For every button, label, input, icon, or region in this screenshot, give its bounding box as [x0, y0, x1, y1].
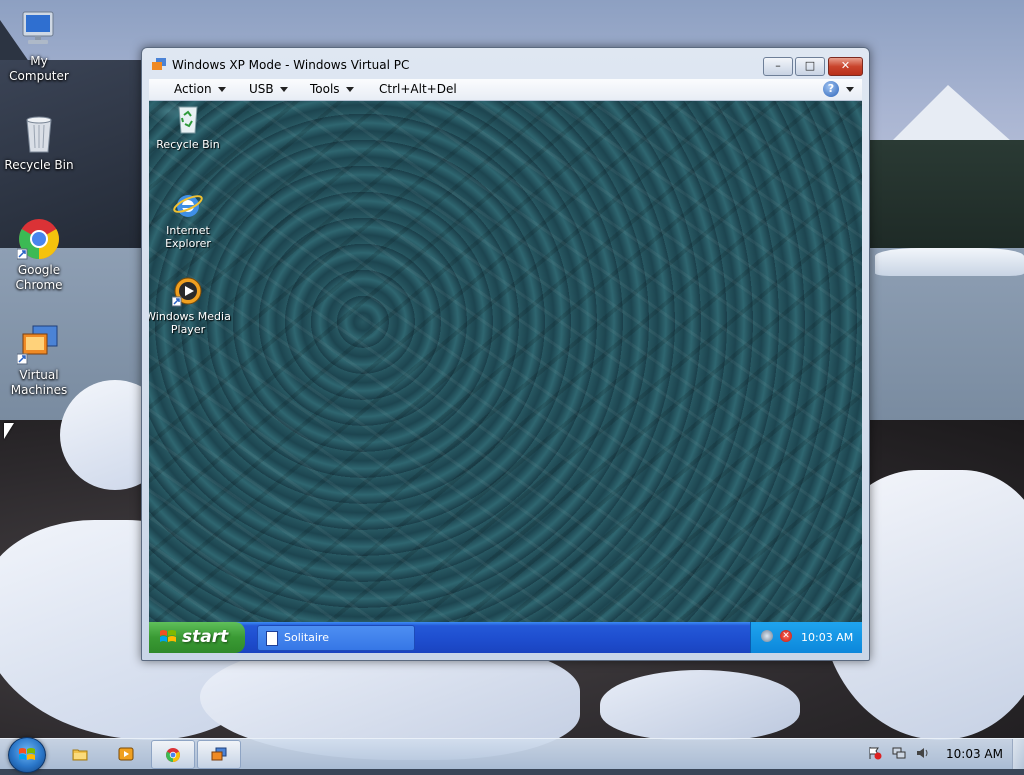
- computer-icon: [17, 8, 61, 52]
- recycle-bin-icon: [17, 112, 61, 156]
- minimize-button[interactable]: –: [763, 57, 793, 76]
- window-title: Windows XP Mode - Windows Virtual PC: [172, 58, 410, 72]
- desktop-icon-label: Virtual: [19, 368, 59, 382]
- desktop-icon-label: Chrome: [15, 278, 63, 292]
- chevron-down-icon: [345, 87, 354, 92]
- desktop-icon-label: My Computer: [9, 54, 69, 83]
- desktop-icon-google-chrome[interactable]: Google Chrome: [0, 217, 78, 293]
- windows-flag-icon: [159, 629, 177, 645]
- menu-usb[interactable]: USB: [249, 82, 288, 96]
- media-player-icon: [171, 275, 204, 307]
- guest-icon-label: Windows Media: [149, 310, 231, 323]
- taskbar-item-label: Solitaire: [284, 631, 329, 644]
- guest-icon-internet-explorer[interactable]: Internet Explorer: [149, 189, 233, 250]
- close-button[interactable]: ✕: [828, 57, 863, 76]
- virtual-machines-icon: [16, 322, 61, 366]
- xp-system-tray: ✕ 10:03 AM: [750, 622, 862, 653]
- help-icon[interactable]: ?: [823, 81, 839, 97]
- menu-ctrl-alt-del[interactable]: Ctrl+Alt+Del: [379, 82, 457, 96]
- desktop-icon-recycle-bin[interactable]: Recycle Bin: [0, 112, 78, 173]
- desktop-icon-label: Google: [17, 263, 61, 277]
- volume-icon[interactable]: [916, 746, 930, 760]
- xp-clock[interactable]: 10:03 AM: [801, 631, 853, 644]
- menu-label: Tools: [310, 82, 340, 96]
- help-dropdown-icon[interactable]: [846, 87, 854, 92]
- windows-logo-icon: [19, 748, 35, 760]
- guest-icon-label: Player: [170, 323, 206, 336]
- taskbar-virtual-pc[interactable]: [197, 740, 241, 769]
- guest-icon-label: Recycle Bin: [156, 138, 220, 151]
- recycle-bin-icon: [172, 103, 204, 135]
- guest-icon-label: Internet: [166, 224, 210, 237]
- chevron-down-icon: [217, 87, 226, 92]
- taskbar-google-chrome[interactable]: [151, 740, 195, 769]
- maximize-button[interactable]: □: [795, 57, 825, 76]
- action-center-icon[interactable]: [868, 746, 882, 760]
- start-label: start: [182, 627, 229, 647]
- show-desktop-button[interactable]: [1012, 739, 1024, 769]
- desktop-icon-label: Machines: [10, 383, 68, 397]
- taskbar-windows-explorer[interactable]: [59, 740, 101, 767]
- xp-start-button[interactable]: start: [149, 622, 245, 653]
- chevron-down-icon: [279, 87, 288, 92]
- security-alert-icon[interactable]: ✕: [780, 630, 792, 642]
- host-clock[interactable]: 10:03 AM: [946, 747, 1003, 761]
- menu-label: Action: [174, 82, 212, 96]
- network-icon[interactable]: [761, 630, 773, 642]
- menu-action[interactable]: Action: [174, 82, 226, 96]
- media-player-icon: [118, 747, 134, 761]
- desktop-icon-virtual-machines[interactable]: Virtual Machines: [0, 322, 78, 398]
- network-icon[interactable]: [892, 746, 906, 760]
- internet-explorer-icon: [172, 189, 204, 221]
- virtual-pc-window[interactable]: Windows XP Mode - Windows Virtual PC – □…: [141, 47, 870, 661]
- xp-taskbar-item-solitaire[interactable]: Solitaire: [257, 625, 415, 651]
- window-titlebar[interactable]: Windows XP Mode - Windows Virtual PC – □…: [142, 48, 869, 79]
- menu-bar: Action USB Tools Ctrl+Alt+Del ?: [149, 79, 862, 101]
- virtual-pc-icon: [211, 747, 227, 761]
- guest-desktop[interactable]: Recycle Bin Internet Explorer Windows Me…: [149, 101, 862, 653]
- desktop-icon-label: Recycle Bin: [4, 158, 74, 172]
- guest-icon-recycle-bin[interactable]: Recycle Bin: [149, 103, 233, 151]
- guest-icon-label: Explorer: [165, 237, 211, 250]
- chrome-icon: [16, 217, 61, 261]
- host-system-tray: [868, 746, 938, 762]
- solitaire-icon: [266, 631, 278, 646]
- taskbar-media-player[interactable]: [105, 740, 147, 767]
- menu-label: Ctrl+Alt+Del: [379, 82, 457, 96]
- host-taskbar: 10:03 AM: [0, 737, 1024, 773]
- virtual-pc-icon: [152, 58, 166, 71]
- folder-icon: [72, 749, 88, 761]
- desktop-icon-my-computer[interactable]: My Computer: [0, 8, 78, 84]
- menu-label: USB: [249, 82, 274, 96]
- mouse-cursor: [4, 423, 14, 439]
- menu-tools[interactable]: Tools: [310, 82, 354, 96]
- chrome-icon: [166, 748, 180, 762]
- xp-taskbar: start Solitaire ✕ 10:03 AM: [149, 622, 862, 653]
- guest-icon-windows-media-player[interactable]: Windows Media Player: [149, 275, 233, 336]
